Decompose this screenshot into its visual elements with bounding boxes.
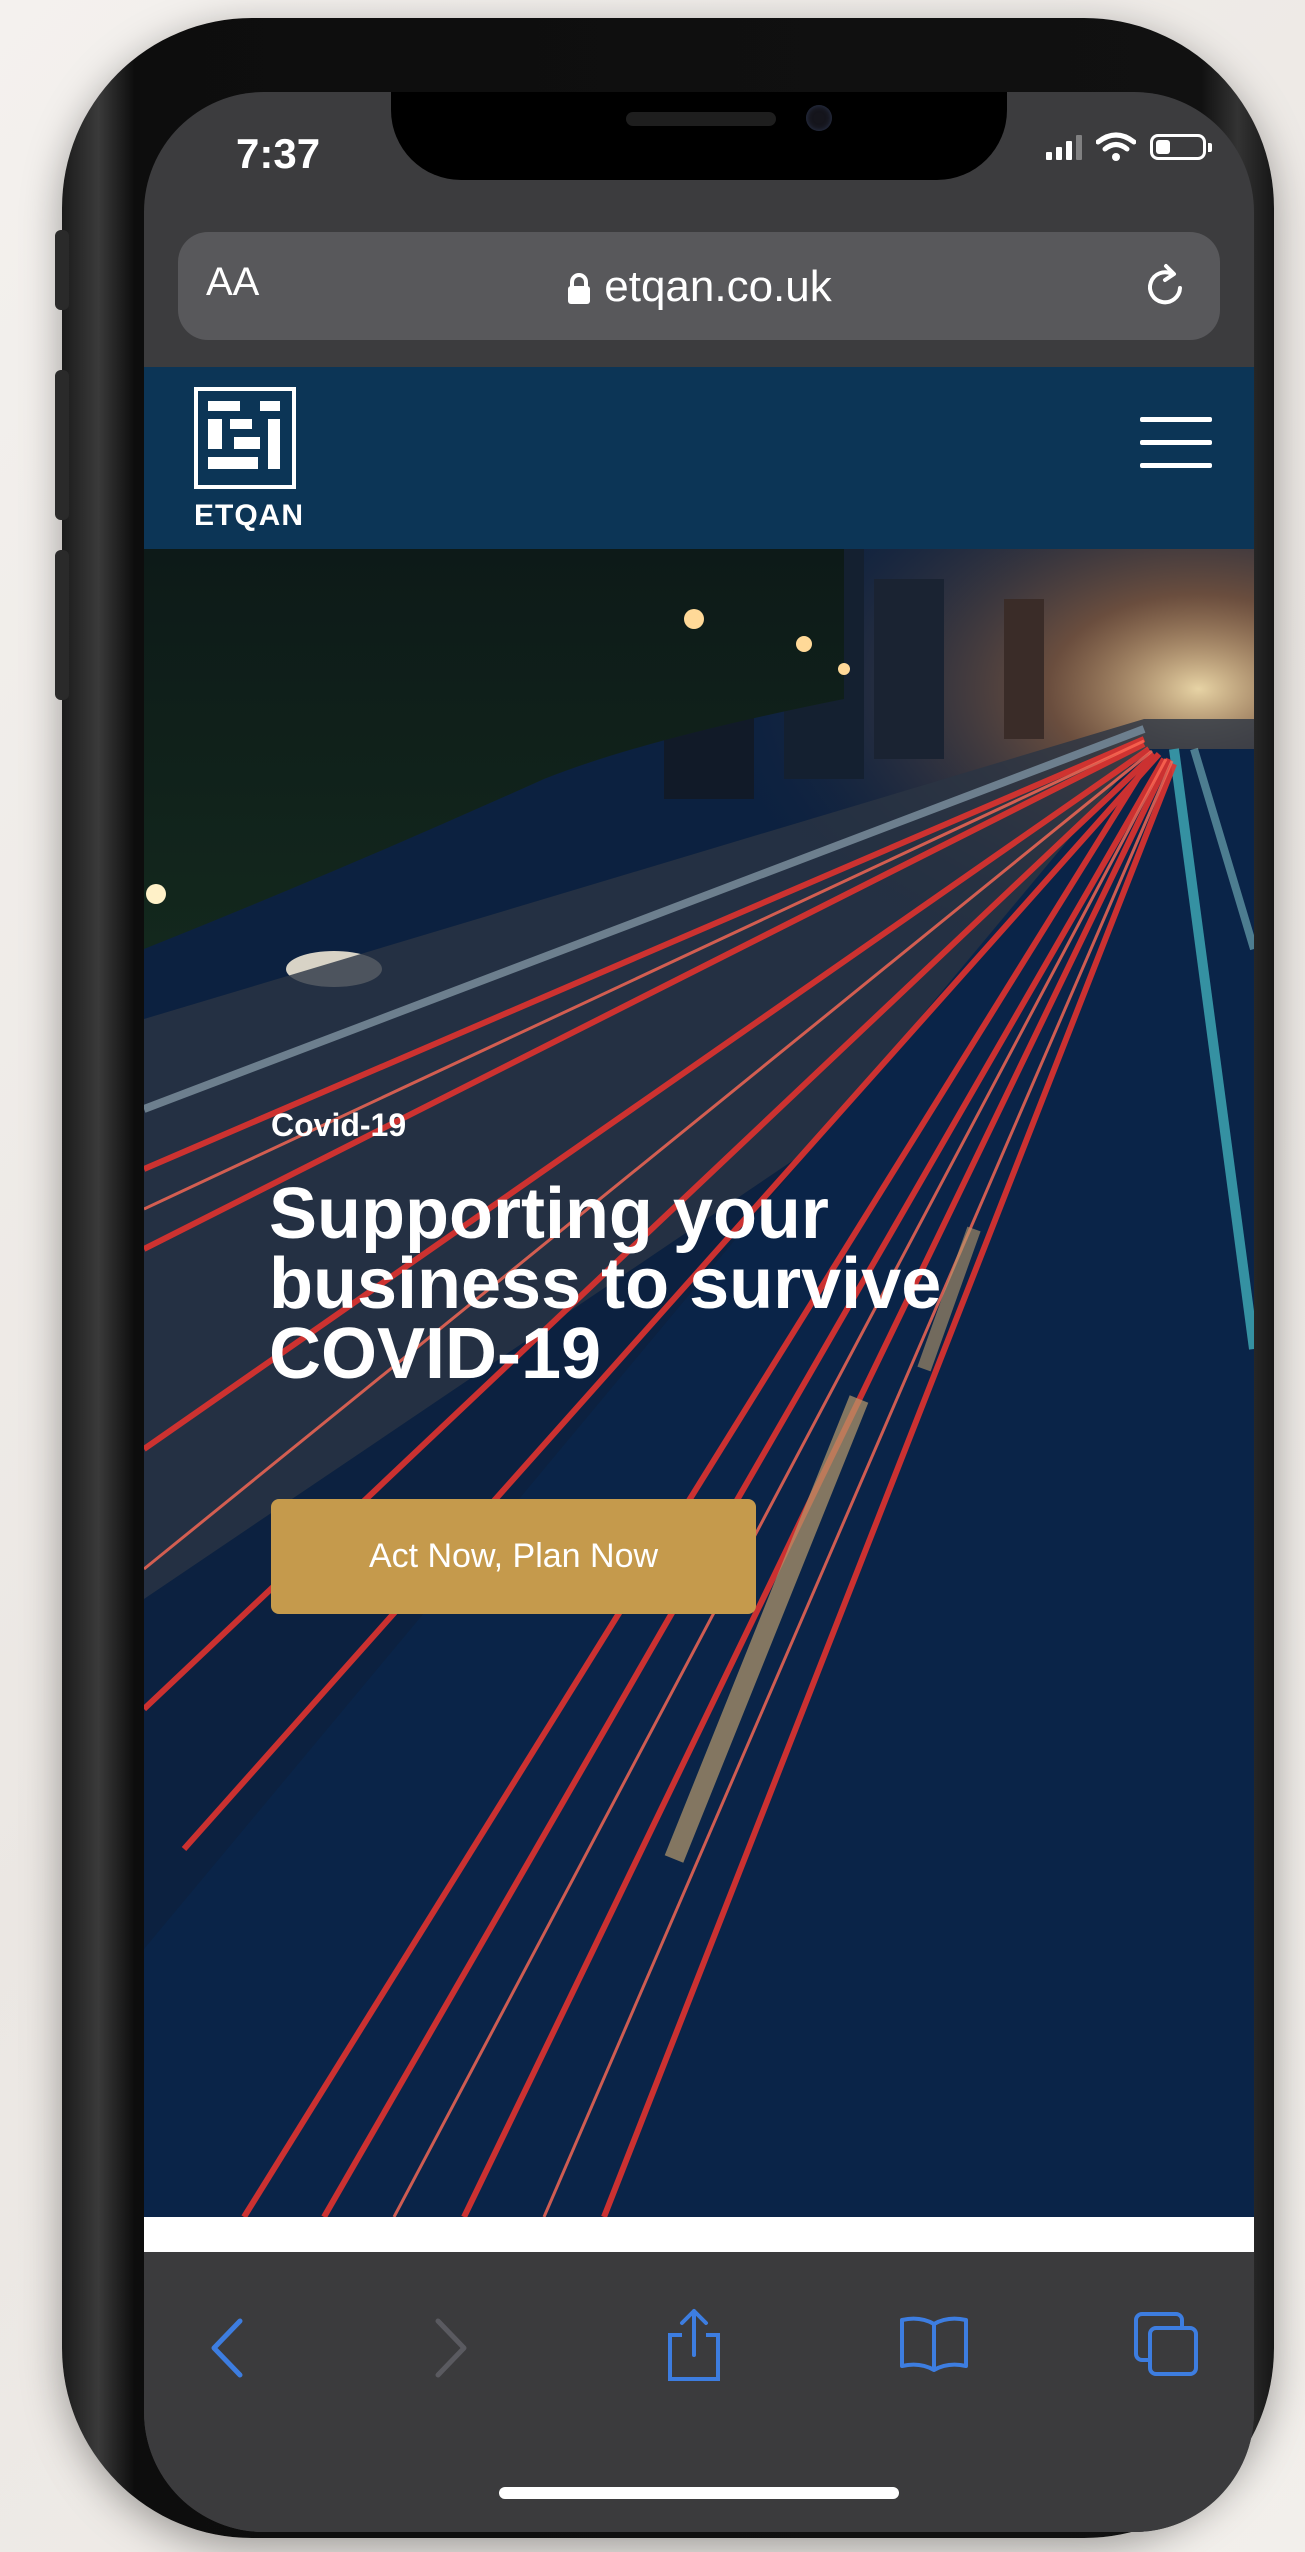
wifi-icon xyxy=(1096,132,1136,161)
tabs-icon[interactable] xyxy=(1132,2310,1202,2380)
hero-banner: Covid-19 Supporting your business to sur… xyxy=(144,549,1254,2217)
mute-switch xyxy=(55,230,69,310)
volume-down-button xyxy=(55,550,69,700)
act-now-button[interactable]: Act Now, Plan Now xyxy=(271,1499,756,1614)
battery-icon xyxy=(1150,134,1212,160)
bookmarks-icon[interactable] xyxy=(898,2314,970,2372)
menu-icon[interactable] xyxy=(1140,417,1212,473)
notch xyxy=(391,92,1007,180)
lock-icon xyxy=(568,273,591,305)
status-icons xyxy=(1046,132,1212,162)
volume-up-button xyxy=(55,370,69,520)
signal-icon xyxy=(1046,134,1082,160)
logo-mark xyxy=(194,387,296,489)
logo-text: ETQAN xyxy=(194,499,304,532)
back-icon[interactable] xyxy=(206,2317,246,2379)
share-icon[interactable] xyxy=(664,2307,724,2383)
hero-kicker: Covid-19 xyxy=(271,1107,407,1143)
url-text: etqan.co.uk xyxy=(604,262,832,311)
hero-headline: Supporting your business to survive COVI… xyxy=(269,1174,942,1394)
page-content-edge xyxy=(144,2217,1254,2252)
address-bar[interactable]: AA etqan.co.uk xyxy=(178,232,1220,340)
forward-icon[interactable] xyxy=(432,2317,472,2379)
home-indicator[interactable] xyxy=(499,2487,899,2499)
phone-screen: 7:37 AA etqan.co.uk ETQAN Covid-19 Suppo… xyxy=(144,92,1254,2532)
site-header: ETQAN xyxy=(144,367,1254,549)
front-camera xyxy=(806,105,832,131)
reload-icon[interactable] xyxy=(1142,260,1190,312)
status-time: 7:37 xyxy=(236,130,321,177)
speaker xyxy=(626,112,776,126)
url-field[interactable]: etqan.co.uk xyxy=(178,262,1220,312)
etqan-logo[interactable]: ETQAN xyxy=(194,387,304,533)
